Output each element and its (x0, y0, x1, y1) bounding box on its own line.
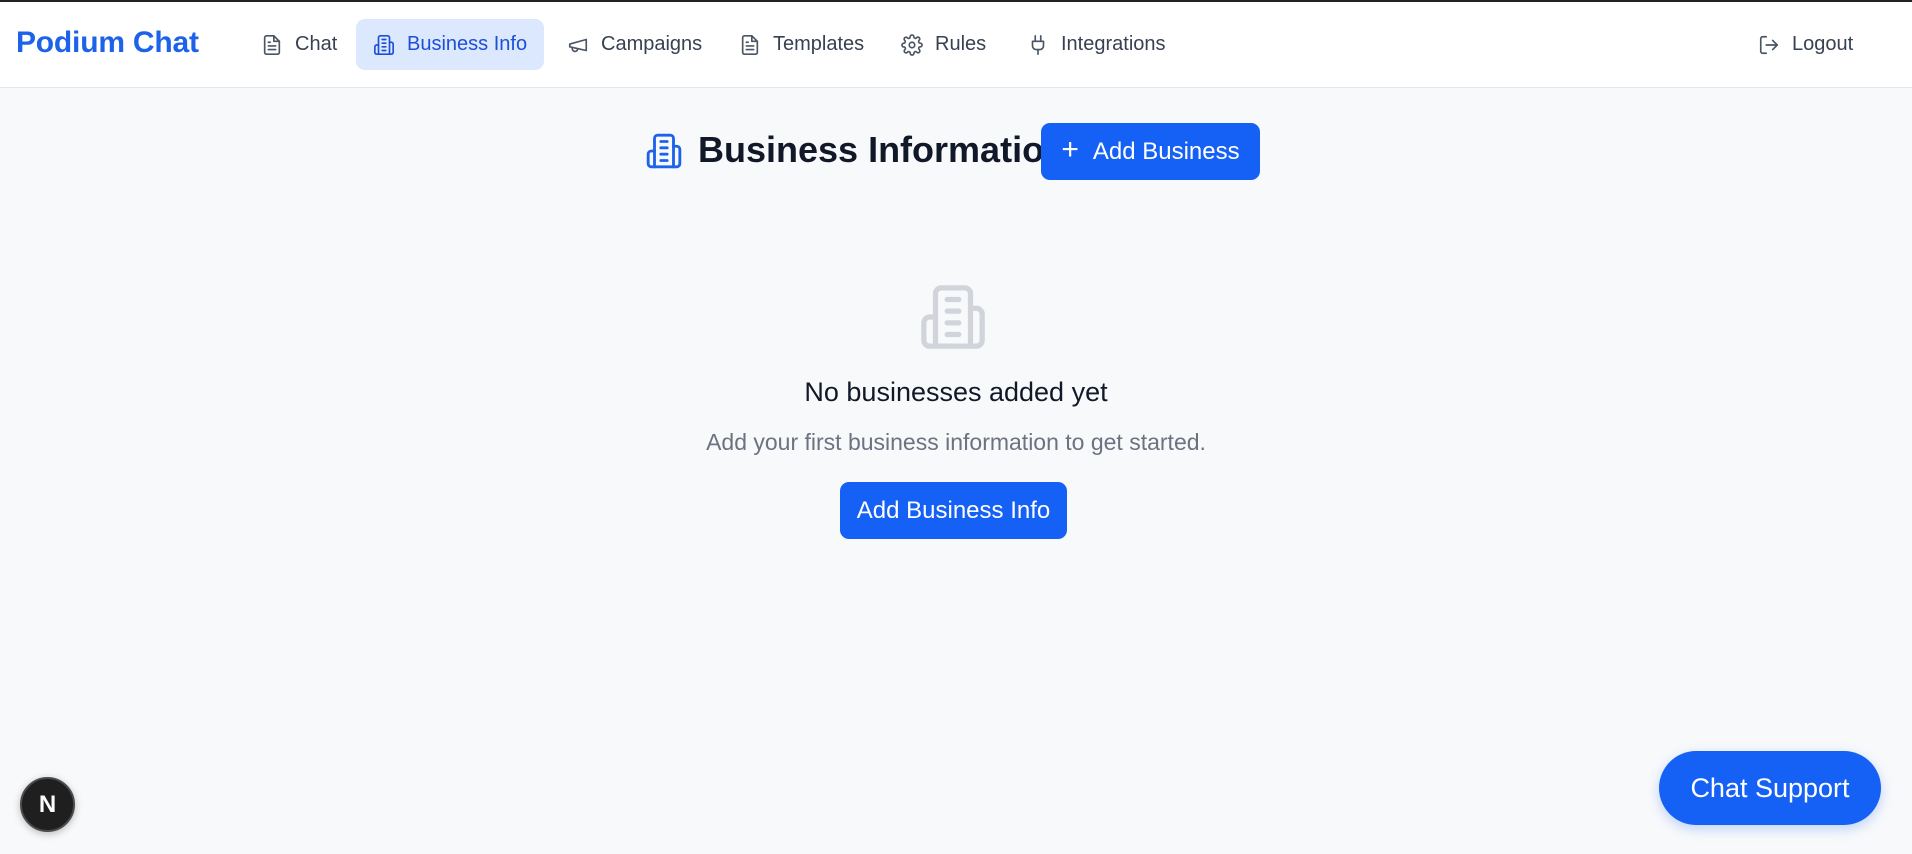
empty-state-title: No businesses added yet (804, 377, 1108, 407)
megaphone-icon (568, 38, 588, 52)
page-header: Business Information + Add Business (0, 120, 1912, 182)
nav-item-label: Templates (773, 33, 865, 55)
nav-item-chat[interactable]: Chat (244, 19, 354, 70)
building-icon (646, 133, 682, 169)
chat-support-button[interactable]: Chat Support (1659, 751, 1881, 825)
nav-item-campaigns[interactable]: Campaigns (550, 19, 719, 70)
add-business-button[interactable]: + Add Business (1041, 123, 1260, 180)
brand-logo[interactable]: Podium Chat (16, 26, 199, 60)
logout-label: Logout (1792, 33, 1854, 55)
nextjs-dev-badge[interactable]: N (20, 777, 75, 832)
nav-item-label: Business Info (407, 33, 528, 55)
nav-item-label: Chat (295, 33, 338, 55)
nav-item-business-info[interactable]: Business Info (356, 19, 545, 70)
document-icon (741, 34, 759, 55)
nav-item-integrations[interactable]: Integrations (1010, 19, 1183, 70)
add-business-info-button[interactable]: Add Business Info (840, 482, 1067, 539)
gear-icon (901, 33, 923, 56)
logout-icon (1759, 35, 1779, 54)
nav-item-label: Campaigns (601, 33, 703, 55)
document-icon (263, 34, 281, 55)
empty-state-subtitle: Add your first business information to g… (706, 429, 1206, 455)
plug-icon (1031, 34, 1045, 55)
page-title: Business Information (698, 129, 1067, 170)
nav-item-label: Rules (935, 33, 987, 55)
building-icon (374, 34, 394, 55)
plus-icon: + (1061, 133, 1079, 166)
badge-letter: N (38, 790, 57, 818)
nav-item-templates[interactable]: Templates (722, 19, 881, 70)
logout-button[interactable]: Logout (1741, 19, 1870, 70)
nav-item-label: Integrations (1061, 33, 1166, 55)
nav-item-rules[interactable]: Rules (884, 19, 1003, 70)
top-navbar: Podium Chat Chat Business Info Campaigns… (0, 2, 1912, 88)
add-business-label: Add Business (1092, 137, 1240, 165)
building-icon (921, 285, 985, 349)
